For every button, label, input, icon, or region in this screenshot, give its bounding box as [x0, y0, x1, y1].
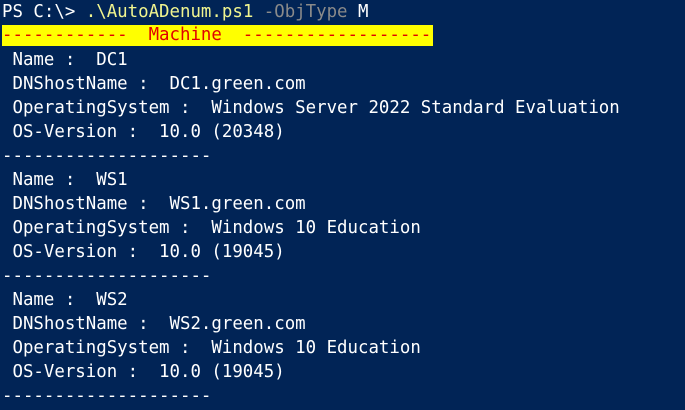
section-banner-line: ------------ Machine ------------------	[2, 24, 685, 48]
machine-name-line: Name : DC1	[2, 50, 128, 70]
machine-dns-line: DNShostName : WS1.green.com	[2, 194, 306, 214]
script-name: .\AutoADenum.ps1	[85, 2, 254, 22]
machine-name-line: Name : WS2	[2, 290, 128, 310]
machine-dns-line: DNShostName : DC1.green.com	[2, 74, 306, 94]
machine-os-line: OperatingSystem : Windows 10 Education	[2, 218, 421, 238]
record-separator: --------------------	[2, 146, 212, 166]
machine-version-line: OS-Version : 10.0 (19045)	[2, 242, 285, 262]
machine-os-line: OperatingSystem : Windows 10 Education	[2, 338, 421, 358]
machine-banner: ------------ Machine ------------------	[2, 25, 434, 46]
prompt-prefix: PS C:\>	[2, 2, 86, 22]
record-separator: --------------------	[2, 266, 212, 286]
powershell-console[interactable]: PS C:\> .\AutoADenum.ps1 -ObjType M ----…	[0, 0, 685, 410]
machine-os-line: OperatingSystem : Windows Server 2022 St…	[2, 98, 620, 118]
machine-version-line: OS-Version : 10.0 (19045)	[2, 362, 285, 382]
machine-version-line: OS-Version : 10.0 (20348)	[2, 122, 285, 142]
command-line: PS C:\> .\AutoADenum.ps1 -ObjType M	[2, 0, 685, 24]
machine-name-line: Name : WS1	[2, 170, 128, 190]
record-separator: --------------------	[2, 386, 212, 406]
parameter-name: -ObjType	[253, 2, 348, 22]
machine-dns-line: DNShostName : WS2.green.com	[2, 314, 306, 334]
parameter-value: M	[347, 2, 369, 22]
